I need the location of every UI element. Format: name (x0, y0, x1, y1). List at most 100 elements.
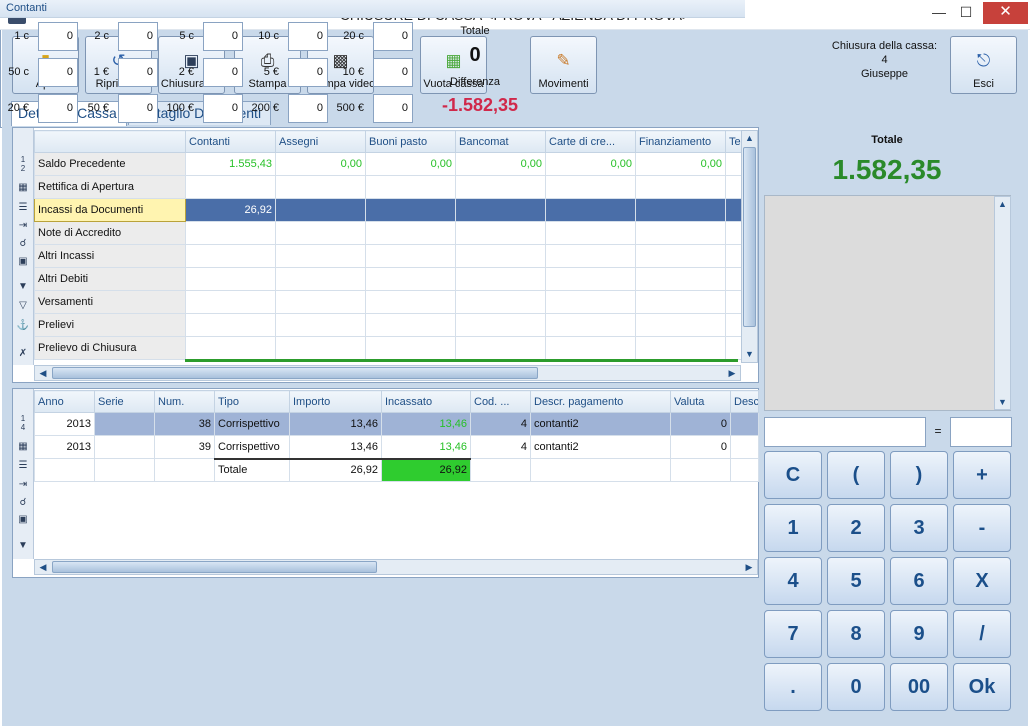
cassa-cell[interactable] (185, 175, 276, 199)
col-header[interactable]: Finanziamento (635, 130, 726, 153)
cassa-cell[interactable] (455, 336, 546, 360)
denomination-input[interactable]: 0 (203, 22, 243, 51)
cassa-cell[interactable] (185, 267, 276, 291)
cassa-cell[interactable]: 1.555,43 (185, 152, 276, 176)
cassa-cell[interactable]: 0,00 (545, 152, 636, 176)
docs-cell-importo[interactable]: 13,46 (289, 412, 382, 436)
col-header[interactable]: Cod. ... (470, 390, 531, 413)
cassa-cell[interactable] (545, 221, 636, 245)
docs-cell-incassato[interactable]: 13,46 (381, 435, 471, 459)
search-icon[interactable]: ☌ (16, 237, 30, 251)
calc-key-5[interactable]: 5 (827, 557, 885, 605)
cassa-cell[interactable] (365, 198, 456, 222)
cassa-cell[interactable] (455, 290, 546, 314)
docs-cell-cod[interactable]: 4 (470, 435, 531, 459)
grid-icon[interactable]: ▦ (16, 440, 30, 454)
close-button[interactable]: ✕ (983, 2, 1028, 24)
docs-cell-anno[interactable]: 2013 (34, 412, 95, 436)
denomination-input[interactable]: 0 (373, 94, 413, 123)
cassa-cell[interactable] (635, 313, 726, 337)
cassa-cell[interactable]: 0,00 (365, 152, 456, 176)
cassa-cell[interactable] (275, 313, 366, 337)
denomination-input[interactable]: 0 (288, 58, 328, 87)
col-header[interactable]: Serie (94, 390, 155, 413)
cassa-cell[interactable] (545, 290, 636, 314)
cassa-cell[interactable] (725, 267, 743, 291)
cassa-cell[interactable] (635, 175, 726, 199)
cassa-cell[interactable] (455, 198, 546, 222)
denomination-input[interactable]: 0 (118, 58, 158, 87)
cassa-cell[interactable] (365, 244, 456, 268)
calc-key-1[interactable]: 1 (764, 504, 822, 552)
export-icon[interactable]: ⇥ (16, 478, 30, 492)
cassa-cell[interactable] (275, 175, 366, 199)
cassa-cell[interactable] (365, 267, 456, 291)
denomination-input[interactable]: 0 (373, 22, 413, 51)
filter-icon[interactable]: ▼ (16, 539, 30, 553)
col-header[interactable]: Num. (154, 390, 215, 413)
denomination-input[interactable]: 0 (288, 22, 328, 51)
cassa-cell[interactable] (635, 336, 726, 360)
cassa-row[interactable]: Note di Accredito (34, 221, 743, 245)
denomination-input[interactable]: 0 (288, 94, 328, 123)
scroll-right-icon[interactable]: ▶ (724, 366, 740, 380)
docs-cell-serie[interactable] (94, 412, 155, 436)
calc-key-8[interactable]: 8 (827, 610, 885, 658)
cassa-row[interactable]: Altri Debiti (34, 267, 743, 291)
cassa-cell[interactable] (275, 221, 366, 245)
cassa-cell[interactable] (275, 244, 366, 268)
cassa-hscroll[interactable]: ◀ ▶ (34, 365, 741, 381)
calc-key-divide[interactable]: / (953, 610, 1011, 658)
calc-key-clear[interactable]: C (764, 451, 822, 499)
cassa-cell[interactable] (635, 221, 726, 245)
calculator-icon[interactable]: ▣ (16, 255, 30, 269)
docs-cell-incassato[interactable]: 13,46 (381, 412, 471, 436)
col-header[interactable]: Desc (730, 390, 759, 413)
search-icon[interactable]: ☌ (16, 496, 30, 510)
col-header[interactable]: Carte di cre... (545, 130, 636, 153)
col-header[interactable]: Descr. pagamento (530, 390, 671, 413)
col-header[interactable]: Anno (34, 390, 95, 413)
docs-cell-num[interactable]: 39 (154, 435, 215, 459)
cassa-cell[interactable] (365, 221, 456, 245)
denomination-input[interactable]: 0 (203, 94, 243, 123)
cassa-row[interactable]: Altri Incassi (34, 244, 743, 268)
denomination-input[interactable]: 0 (38, 94, 78, 123)
calc-key-9[interactable]: 9 (890, 610, 948, 658)
grid-icon[interactable]: ▦ (16, 181, 30, 195)
list-icon[interactable]: ☰ (16, 201, 30, 215)
list-icon[interactable]: ☰ (16, 459, 30, 473)
cassa-hscroll-thumb[interactable] (52, 367, 538, 379)
calc-key-2[interactable]: 2 (827, 504, 885, 552)
scroll-down-icon[interactable]: ▼ (742, 347, 757, 361)
cassa-cell[interactable] (275, 267, 366, 291)
col-header[interactable]: Tipo (214, 390, 290, 413)
col-header[interactable]: Incassato (381, 390, 471, 413)
cassa-cell[interactable] (185, 221, 276, 245)
anchor-icon[interactable]: ⚓ (16, 319, 30, 333)
col-header[interactable]: Buoni pasto (365, 130, 456, 153)
cassa-cell[interactable] (275, 290, 366, 314)
denomination-input[interactable]: 0 (38, 58, 78, 87)
calc-key-open-paren[interactable]: ( (827, 451, 885, 499)
scroll-left-icon[interactable]: ◀ (35, 560, 51, 574)
cassa-cell[interactable] (635, 198, 726, 222)
cassa-row[interactable]: Rettifica di Apertura (34, 175, 743, 199)
scroll-right-icon[interactable]: ▶ (741, 560, 757, 574)
docs-row[interactable]: 2013 39 Corrispettivo 13,46 13,46 4 contanti2 0 (34, 435, 759, 459)
docs-cell-valuta[interactable]: 0 (670, 412, 731, 436)
cassa-cell[interactable] (185, 290, 276, 314)
cassa-cell[interactable] (635, 267, 726, 291)
cassa-cell[interactable] (545, 244, 636, 268)
col-header[interactable]: Importo (289, 390, 382, 413)
denomination-input[interactable]: 0 (118, 22, 158, 51)
tape-vscroll[interactable]: ▲ ▼ (994, 196, 1011, 410)
cassa-cell[interactable]: 0,00 (275, 152, 366, 176)
docs-row[interactable]: 2013 38 Corrispettivo 13,46 13,46 4 contanti2 0 (34, 412, 759, 436)
cassa-cell[interactable]: 0,00 (635, 152, 726, 176)
cassa-cell[interactable] (185, 313, 276, 337)
docs-cell-cod[interactable]: 4 (470, 412, 531, 436)
cassa-cell[interactable] (455, 175, 546, 199)
calc-key-6[interactable]: 6 (890, 557, 948, 605)
export-icon[interactable]: ⇥ (16, 219, 30, 233)
